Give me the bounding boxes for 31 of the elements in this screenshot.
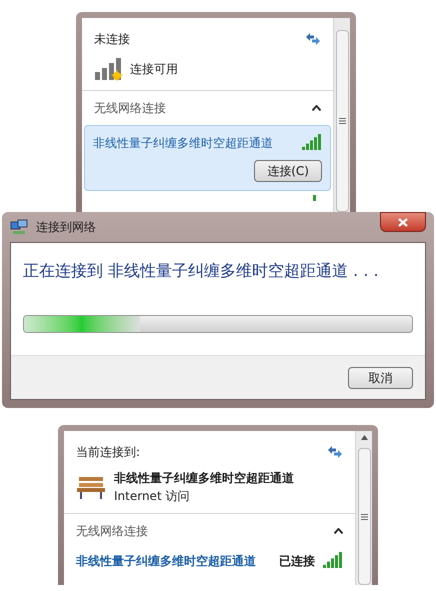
status-text: 未连接 bbox=[94, 31, 130, 48]
close-icon bbox=[398, 218, 408, 226]
cancel-button[interactable]: 取消 bbox=[348, 366, 413, 388]
connected-status: 已连接 bbox=[279, 553, 315, 570]
scroll-grip-icon[interactable] bbox=[338, 118, 346, 124]
signal-icon bbox=[323, 552, 343, 570]
close-button[interactable] bbox=[380, 212, 426, 232]
connecting-message: 正在连接到 非线性量子纠缠多维时空超距通道 . . . bbox=[23, 260, 380, 282]
scrollbar[interactable] bbox=[355, 431, 372, 585]
signal-icon bbox=[313, 195, 317, 201]
window-title: 连接到网络 bbox=[36, 219, 96, 236]
refresh-icon[interactable] bbox=[305, 32, 321, 46]
section-heading: 当前连接到: bbox=[76, 444, 140, 461]
scroll-up-icon[interactable] bbox=[360, 435, 368, 440]
access-text: Internet 访问 bbox=[114, 488, 190, 505]
bench-icon bbox=[76, 474, 106, 500]
section-title: 无线网络连接 bbox=[94, 100, 166, 117]
collapse-icon[interactable] bbox=[334, 528, 343, 534]
network-icon bbox=[10, 219, 28, 235]
network-item[interactable]: 非线性量子纠缠多维时空超距通道 连接(C) bbox=[84, 125, 331, 191]
collapse-icon[interactable] bbox=[312, 105, 321, 111]
connection-status-text: 连接可用 bbox=[130, 61, 178, 78]
network-name: 非线性量子纠缠多维时空超距通道 bbox=[93, 135, 273, 152]
network-name[interactable]: 非线性量子纠缠多维时空超距通道 bbox=[76, 552, 256, 570]
scroll-grip-icon[interactable] bbox=[360, 514, 368, 520]
scrollbar[interactable] bbox=[333, 18, 350, 212]
refresh-icon[interactable] bbox=[327, 445, 343, 459]
section-title: 无线网络连接 bbox=[76, 523, 148, 540]
current-network-name: 非线性量子纠缠多维时空超距通道 bbox=[114, 470, 294, 487]
signal-icon bbox=[302, 134, 322, 152]
connect-button[interactable]: 连接(C) bbox=[254, 160, 322, 182]
